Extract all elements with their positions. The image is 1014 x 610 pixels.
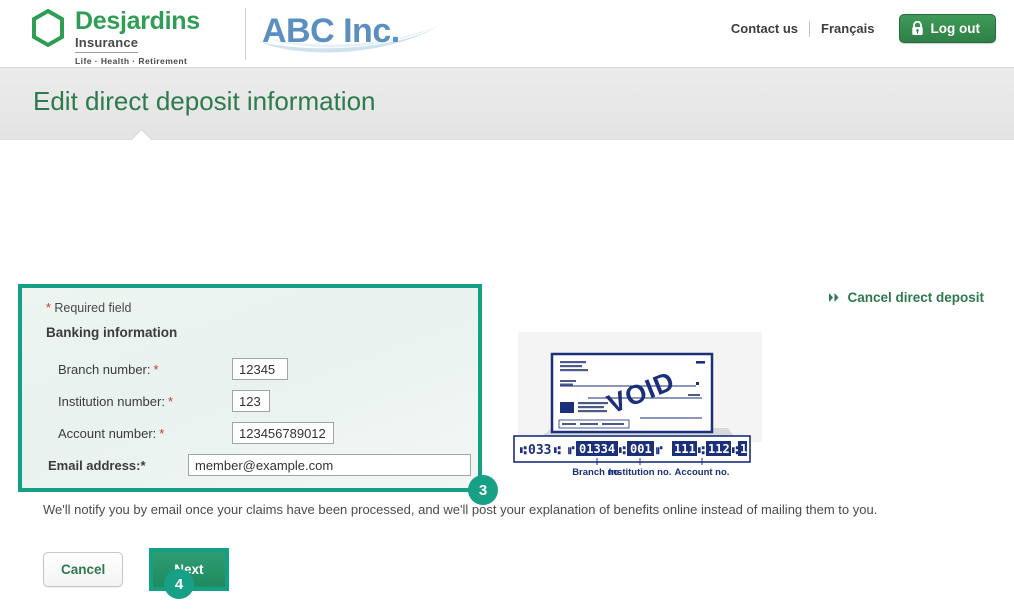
svg-text:⑆: ⑆ <box>732 444 739 457</box>
required-asterisk: * <box>46 301 51 315</box>
title-notch <box>128 126 156 140</box>
cancel-direct-deposit-link[interactable]: Cancel direct deposit <box>828 290 984 305</box>
banking-information-heading: Banking information <box>46 325 178 340</box>
svg-text:⑈: ⑈ <box>568 444 575 457</box>
client-logo: ABC Inc. <box>258 8 458 60</box>
form-row-branch-number: Branch number: * <box>58 358 288 380</box>
svg-text:01334: 01334 <box>579 442 615 456</box>
desjardins-name: Desjardins <box>75 7 200 35</box>
page-title: Edit direct deposit information <box>33 86 376 116</box>
site-header: Desjardins Insurance Life · Health · Ret… <box>0 0 1014 68</box>
lock-icon <box>911 21 923 35</box>
francais-link[interactable]: Français <box>810 21 885 36</box>
svg-text:⑆: ⑆ <box>520 444 527 457</box>
account-number-label-text: Account number: <box>58 425 157 441</box>
header-divider <box>245 8 246 60</box>
institution-required-star: * <box>167 393 174 409</box>
double-chevron-right-icon <box>829 293 839 302</box>
branch-number-label-text: Branch number: <box>58 361 151 377</box>
logout-button[interactable]: Log out <box>898 14 996 43</box>
svg-text:001: 001 <box>630 442 652 456</box>
contact-us-link[interactable]: Contact us <box>720 21 809 36</box>
branch-number-label: Branch number: * <box>58 362 232 377</box>
svg-text:112: 112 <box>708 442 730 456</box>
svg-text:⑆: ⑆ <box>619 444 626 457</box>
institution-number-label-text: Institution number: <box>58 393 165 409</box>
account-required-star: * <box>159 425 165 441</box>
step-badge-4: 4 <box>164 569 194 599</box>
main-content: Cancel direct deposit * Required field B… <box>0 140 1014 610</box>
svg-text:033: 033 <box>528 443 551 458</box>
account-number-label: Account number: * <box>58 426 232 441</box>
form-row-email-address: Email address:* <box>48 454 471 476</box>
cheque-diagram: VOID ⑆ 033 ⑆ ⑈ 01334 ⑆ 001 ⑈ 111 ⑆ 112 ⑆ <box>513 332 762 478</box>
svg-text:⑆: ⑆ <box>554 444 561 457</box>
email-address-input[interactable] <box>188 454 471 476</box>
email-address-label: Email address:* <box>48 458 188 473</box>
svg-text:111: 111 <box>674 442 696 456</box>
cheque-account-label: Account no. <box>675 467 730 478</box>
page-title-band: Edit direct deposit information <box>0 68 1014 140</box>
logout-label: Log out <box>930 21 980 36</box>
account-number-input[interactable] <box>232 422 334 444</box>
form-actions: Cancel Next <box>43 548 229 591</box>
cancel-direct-deposit-label: Cancel direct deposit <box>847 290 984 305</box>
svg-text:⑈: ⑈ <box>656 444 663 457</box>
client-logo-text: ABC Inc. <box>262 12 400 50</box>
svg-text:1: 1 <box>740 442 747 456</box>
form-row-institution-number: Institution number: * <box>58 390 270 412</box>
cancel-button[interactable]: Cancel <box>43 552 124 587</box>
desjardins-tagline: Life · Health · Retirement <box>75 56 188 66</box>
email-address-label-text: Email address: <box>48 457 141 473</box>
email-notice-text: We'll notify you by email once your clai… <box>43 502 878 517</box>
institution-number-input[interactable] <box>232 390 270 412</box>
hexagon-icon <box>32 8 64 48</box>
form-row-account-number: Account number: * <box>58 422 334 444</box>
required-field-text: Required field <box>54 301 132 315</box>
institution-number-label: Institution number: * <box>58 394 232 409</box>
required-field-note: * Required field <box>46 301 132 315</box>
void-cheque-illustration: VOID ⑆ 033 ⑆ ⑈ 01334 ⑆ 001 ⑈ 111 ⑆ 112 ⑆ <box>500 332 780 482</box>
desjardins-subtitle: Insurance <box>75 35 139 53</box>
header-nav: Contact us Français Log out <box>720 14 996 43</box>
cheque-institution-label: Institution no. <box>609 467 672 478</box>
email-required-star: * <box>140 457 146 473</box>
branch-required-star: * <box>153 361 159 377</box>
banking-information-form: * Required field Banking information Bra… <box>18 284 482 492</box>
branch-number-input[interactable] <box>232 358 288 380</box>
svg-text:⑆: ⑆ <box>698 444 705 457</box>
desjardins-logo: Desjardins Insurance Life · Health · Ret… <box>30 6 200 66</box>
